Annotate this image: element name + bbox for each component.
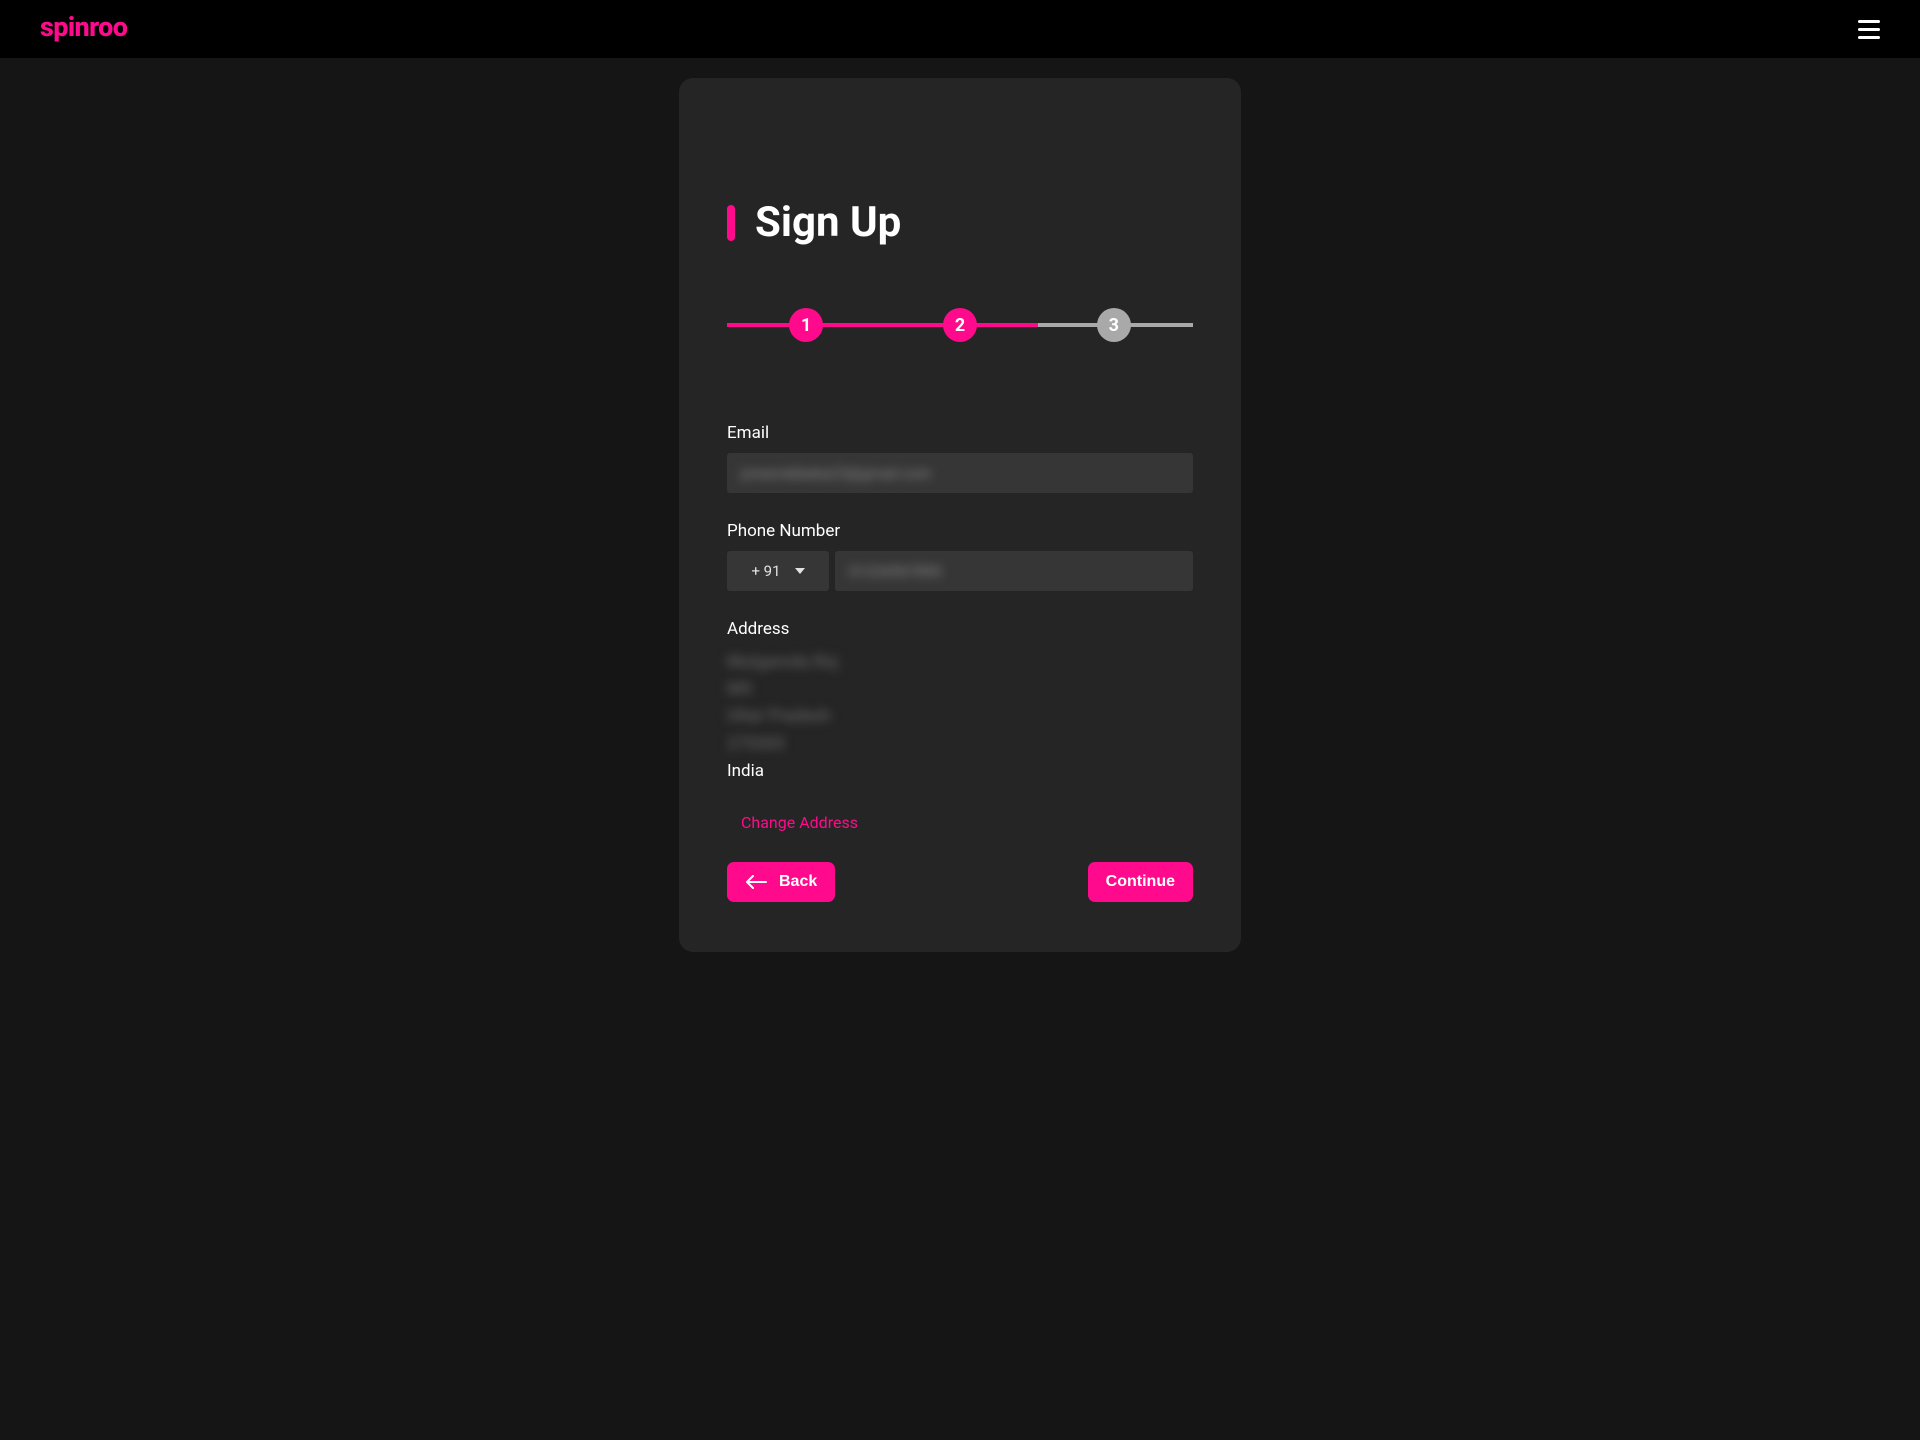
- address-line-4: 275305: [727, 731, 784, 758]
- brand-logo[interactable]: spinroo: [40, 14, 127, 41]
- address-country: India: [727, 758, 1193, 785]
- dial-code-value: + 91: [751, 562, 780, 580]
- page-title: Sign Up: [755, 198, 901, 247]
- continue-button-label: Continue: [1106, 873, 1175, 891]
- email-input[interactable]: [727, 453, 1193, 493]
- app-header: spinroo: [0, 0, 1920, 58]
- arrow-left-icon: [745, 875, 767, 889]
- address-line-2: MS: [727, 676, 752, 703]
- step-dot-2: 2: [943, 308, 977, 342]
- button-row: Back Continue: [727, 862, 1193, 902]
- menu-icon[interactable]: [1858, 20, 1880, 39]
- address-field-group: Address Mutgamda Roj MS Uttar Pradesh 27…: [727, 619, 1193, 785]
- email-field-group: Email jonesrebbeka23@gmail.com: [727, 423, 1193, 493]
- phone-label: Phone Number: [727, 521, 1193, 541]
- email-label: Email: [727, 423, 1193, 443]
- signup-card: Sign Up 1 2 3 Email jonesrebbeka23@gmail…: [679, 78, 1241, 952]
- title-accent-bar: [727, 205, 735, 241]
- back-button[interactable]: Back: [727, 862, 835, 902]
- address-line-3: Uttar Pradesh: [727, 703, 831, 730]
- title-row: Sign Up: [727, 198, 1193, 247]
- phone-input[interactable]: [835, 551, 1193, 591]
- step-dot-1: 1: [789, 308, 823, 342]
- address-line-1: Mutgamda Roj: [727, 649, 838, 676]
- address-label: Address: [727, 619, 1193, 639]
- change-address-link[interactable]: Change Address: [741, 813, 858, 832]
- back-button-label: Back: [779, 873, 817, 891]
- continue-button[interactable]: Continue: [1088, 862, 1193, 902]
- phone-field-group: Phone Number + 91 01234567890: [727, 521, 1193, 591]
- chevron-down-icon: [795, 568, 805, 574]
- progress-stepper: 1 2 3: [727, 307, 1193, 343]
- step-dot-3: 3: [1097, 308, 1131, 342]
- dial-code-select[interactable]: + 91: [727, 551, 829, 591]
